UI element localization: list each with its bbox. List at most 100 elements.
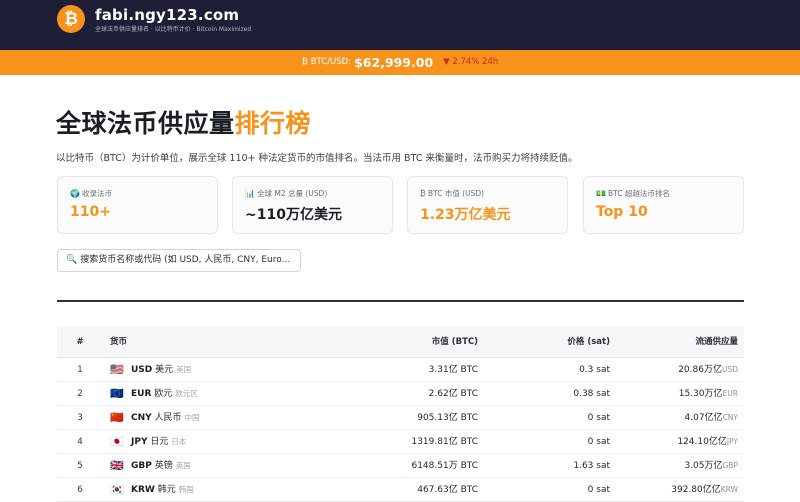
currency-code: GBP [131,461,152,471]
currency-region: 韩国 [178,485,194,494]
currency-region: 日本 [171,437,187,446]
supply-value: 20.86万亿 [678,365,722,375]
bitcoin-logo-icon[interactable]: ₿ [57,5,85,33]
rank-cell: 4 [77,437,83,447]
currency-cell: 🇯🇵 JPY 日元 日本 [110,430,186,454]
site-name[interactable]: fabi.ngy123.com [95,6,239,24]
supply-unit: JPY [726,437,738,446]
currency-region: 欧元区 [175,389,198,398]
currency-cell: 🇬🇧 GBP 英镑 英国 [110,454,191,478]
currency-code: CNY [131,413,152,423]
table-row[interactable]: 2 🇪🇺 EUR 欧元 欧元区 2.62亿 BTC 0.38 sat 15.30万亿… [57,382,744,406]
currency-code: EUR [131,389,152,399]
stat-card-m2: 📊 全球 M2 总量 (USD) ~110万亿美元 [232,176,393,234]
flag-icon: 🇪🇺 [110,387,124,400]
table-row[interactable]: 6 🇰🇷 KRW 韩元 韩国 467.63亿 BTC 0 sat 392.80亿亿K… [57,478,744,502]
supply-cell: 20.86万亿USD [678,358,738,382]
price-cell: 0 sat [587,485,610,495]
supply-value: 392.80亿亿 [671,485,721,495]
currency-cell: 🇨🇳 CNY 人民币 中国 [110,406,200,430]
supply-value: 124.10亿亿 [677,437,727,447]
stat-card-currencies: 🌍 收录法币 110+ [57,176,218,234]
flag-icon: 🇰🇷 [110,483,124,496]
rank-cell: 1 [77,365,83,375]
stat-label: 收录法币 [81,189,112,198]
rank-cell: 6 [77,485,83,495]
stat-value: 1.23万亿美元 [420,207,511,223]
search-input[interactable]: 🔍 搜索货币名称或代码 (如 USD, 人民币, CNY, Euro... [57,249,301,272]
site-subtitle: 全球法币供应量排名 · 以比特币计价 · Bitcoin Maximized [95,26,252,33]
price-ticker-bar: ₿ BTC/USD: $62,999.00 ▼ 2.74% 24h [0,50,800,75]
stat-value: ~110万亿美元 [245,207,342,223]
stat-value: 110+ [70,204,111,220]
table-header: # 货币 市值 (BTC) 价格 (sat) 流通供应量 [57,327,744,358]
stat-value: Top 10 [596,204,648,220]
ticker-change: ▼ 2.74% 24h [443,57,499,67]
supply-value: 4.07亿亿 [684,413,723,423]
currency-code: JPY [131,437,148,447]
section-divider [57,300,744,302]
currency-cell: 🇺🇸 USD 美元 美国 [110,358,191,382]
supply-cell: 392.80亿亿KRW [671,478,738,502]
supply-cell: 4.07亿亿CNY [685,406,738,430]
price-cell: 0.38 sat [573,389,610,399]
market-cap-cell: 467.63亿 BTC [417,485,478,495]
header-market-cap[interactable]: 市值 (BTC) [432,327,478,358]
supply-cell: 124.10亿亿JPY [677,430,738,454]
currency-region: 英国 [175,461,191,470]
market-cap-cell: 905.13亿 BTC [417,413,478,423]
currency-code: USD [131,365,153,375]
price-cell: 1.63 sat [573,461,610,471]
currency-name: 日元 [150,437,169,447]
currency-region: 中国 [184,413,200,422]
supply-value: 3.05万亿 [684,461,723,471]
supply-cell: 3.05万亿GBP [684,454,738,478]
flag-icon: 🇬🇧 [110,459,124,472]
header-price[interactable]: 价格 (sat) [567,327,610,358]
stat-label: BTC 超越法币排名 [607,189,670,198]
supply-unit: KRW [720,485,738,494]
stat-label: BTC 市值 (USD) [427,189,485,198]
header-supply[interactable]: 流通供应量 [695,327,738,358]
table-row[interactable]: 5 🇬🇧 GBP 英镑 英国 6148.51万 BTC 1.63 sat 3.05万… [57,454,744,478]
stat-label: 全球 M2 总量 (USD) [256,189,328,198]
currency-name: 欧元 [154,389,173,399]
supply-value: 15.30万亿 [678,389,723,399]
currency-cell: 🇪🇺 EUR 欧元 欧元区 [110,382,198,406]
rank-cell: 5 [77,461,83,471]
stat-card-btc-rank: 💵 BTC 超越法币排名 Top 10 [583,176,744,234]
stat-card-btc-mcap: ₿ BTC 市值 (USD) 1.23万亿美元 [407,176,568,234]
currency-code: KRW [131,485,155,495]
rank-cell: 3 [77,413,83,423]
supply-cell: 15.30万亿EUR [679,382,738,406]
site-header: ₿ fabi.ngy123.com 全球法币供应量排名 · 以比特币计价 · B… [0,0,800,50]
search-icon: 🔍 [66,255,78,265]
header-currency[interactable]: 货币 [110,327,127,358]
page-title-accent: 排行榜 [234,109,312,138]
header-rank[interactable]: # [57,327,103,358]
market-cap-cell: 3.31亿 BTC [428,365,478,375]
market-cap-cell: 6148.51万 BTC [411,461,478,471]
bar-chart-icon: 📊 [245,189,255,198]
search-placeholder: 搜索货币名称或代码 (如 USD, 人民币, CNY, Euro... [80,255,291,265]
currency-name: 人民币 [154,413,182,423]
supply-unit: EUR [722,389,738,398]
ticker-price: $62,999.00 [354,55,434,70]
table-row[interactable]: 1 🇺🇸 USD 美元 美国 3.31亿 BTC 0.3 sat 20.86万亿US… [57,358,744,382]
table-row[interactable]: 4 🇯🇵 JPY 日元 日本 1319.81亿 BTC 0 sat 124.10亿亿… [57,430,744,454]
ticker-label: ₿ BTC/USD: [301,57,352,67]
flag-icon: 🇺🇸 [110,363,124,376]
globe-icon: 🌍 [70,189,80,198]
flag-icon: 🇯🇵 [110,435,124,448]
currency-cell: 🇰🇷 KRW 韩元 韩国 [110,478,194,502]
currency-name: 美元 [155,365,174,375]
currency-name: 英镑 [154,461,173,471]
flag-icon: 🇨🇳 [110,411,124,424]
rank-cell: 2 [77,389,83,399]
market-cap-cell: 1319.81亿 BTC [411,437,478,447]
banknote-icon: 💵 [596,189,606,198]
table-row[interactable]: 3 🇨🇳 CNY 人民币 中国 905.13亿 BTC 0 sat 4.07亿亿CN… [57,406,744,430]
page-title: 全球法币供应量排行榜 [56,104,311,140]
price-cell: 0.3 sat [579,365,610,375]
currency-region: 美国 [176,365,192,374]
